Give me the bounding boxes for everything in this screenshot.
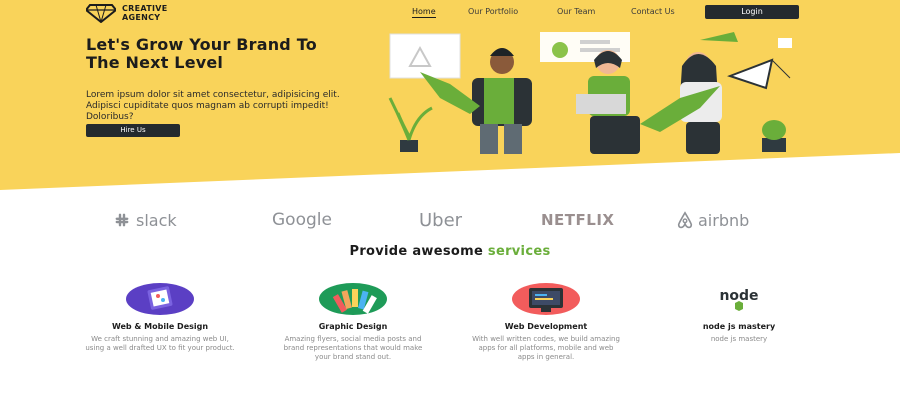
airbnb-logo: airbnb (676, 209, 749, 231)
service-card: Graphic Design Amazing flyers, social me… (278, 282, 428, 362)
hero-title: Let's Grow Your Brand To The Next Level (86, 35, 317, 72)
service-description: node js mastery (710, 335, 768, 343)
nodejs-icon: node (719, 288, 759, 311)
mobile-design-icon (126, 283, 194, 315)
google-wordmark: Google (272, 210, 332, 230)
service-description: With well written codes, we build amazin… (472, 335, 620, 361)
hire-us-button[interactable]: Hire Us (86, 124, 180, 137)
hero-description: Lorem ipsum dolor sit amet consectetur, … (86, 90, 340, 122)
slack-wordmark: slack (136, 210, 177, 230)
service-card: Web Development With well written codes,… (471, 282, 621, 362)
service-description: We craft stunning and amazing web UI, us… (85, 335, 235, 352)
service-title: Graphic Design (318, 322, 388, 331)
team-illustration (388, 32, 792, 154)
uber-wordmark: Uber (419, 209, 463, 231)
slack-logo: slack (112, 209, 177, 231)
airbnb-wordmark: airbnb (698, 210, 750, 230)
uber-logo: Uber (419, 209, 462, 231)
service-card: node node js mastery node js mastery (664, 282, 814, 344)
services-heading-prefix: Provide awesome (349, 244, 484, 259)
services-heading: Provide awesome services (0, 244, 900, 259)
nav-contact-link[interactable]: Contact Us (631, 7, 675, 16)
service-title: node js mastery (702, 322, 776, 331)
login-button[interactable]: Login (705, 5, 799, 19)
nav-home-link[interactable]: Home (412, 7, 436, 18)
service-card: Web & Mobile Design We craft stunning an… (85, 282, 235, 353)
color-palette-icon (319, 283, 387, 315)
service-description: Amazing flyers, social media posts and b… (283, 335, 423, 361)
services-heading-accent: services (487, 244, 551, 259)
netflix-logo: NETFLIX (541, 209, 614, 231)
code-monitor-icon (512, 283, 580, 315)
slack-icon (115, 213, 129, 227)
nav-portfolio-link[interactable]: Our Portfolio (468, 7, 518, 16)
google-logo: Google (272, 209, 332, 231)
service-title: Web Development (504, 322, 588, 331)
service-title: Web & Mobile Design (111, 322, 209, 331)
nav-team-link[interactable]: Our Team (557, 7, 595, 16)
netflix-wordmark: NETFLIX (541, 211, 615, 229)
airbnb-icon (677, 211, 693, 229)
